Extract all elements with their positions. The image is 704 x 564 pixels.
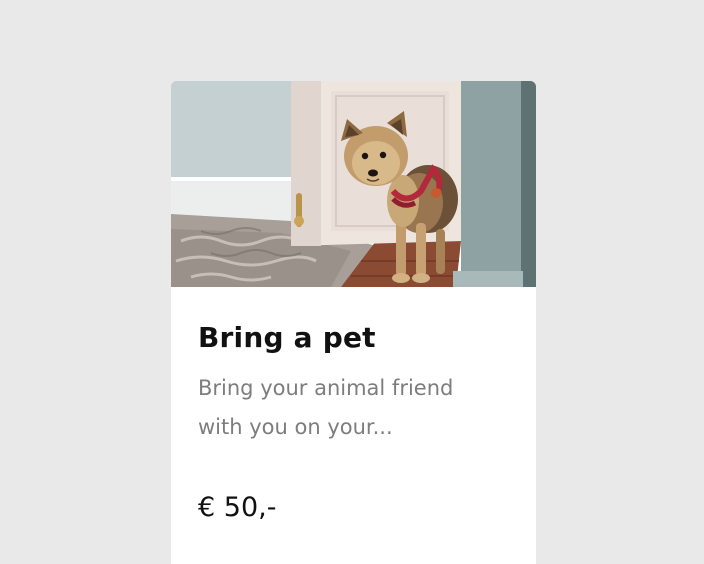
card-title: Bring a pet — [198, 321, 376, 354]
pet-addon-card[interactable]: Bring a pet Bring your animal friend wit… — [171, 81, 536, 564]
card-description: Bring your animal friend with you on you… — [198, 376, 454, 439]
page: Bring a pet Bring your animal friend wit… — [0, 0, 704, 564]
dog-in-doorway-image — [171, 81, 536, 287]
card-price: € 50,- — [198, 492, 277, 523]
